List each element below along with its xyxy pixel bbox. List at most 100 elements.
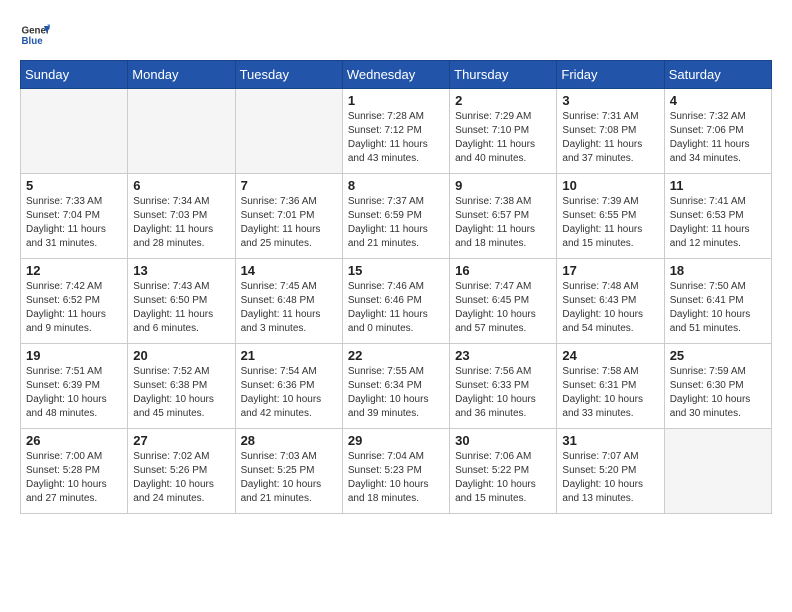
calendar-cell: 11 Sunrise: 7:41 AM Sunset: 6:53 PM Dayli… [664, 174, 771, 259]
week-row-5: 26 Sunrise: 7:00 AM Sunset: 5:28 PM Dayli… [21, 429, 772, 514]
calendar-cell: 15 Sunrise: 7:46 AM Sunset: 6:46 PM Dayli… [342, 259, 449, 344]
day-number: 10 [562, 178, 658, 193]
day-header-thursday: Thursday [450, 61, 557, 89]
calendar-cell: 29 Sunrise: 7:04 AM Sunset: 5:23 PM Dayli… [342, 429, 449, 514]
day-info: Sunrise: 7:55 AM Sunset: 6:34 PM Dayligh… [348, 365, 444, 421]
day-number: 28 [241, 433, 337, 448]
calendar-cell: 9 Sunrise: 7:38 AM Sunset: 6:57 PM Daylig… [450, 174, 557, 259]
calendar-cell: 30 Sunrise: 7:06 AM Sunset: 5:22 PM Dayli… [450, 429, 557, 514]
day-number: 30 [455, 433, 551, 448]
day-number: 23 [455, 348, 551, 363]
day-info: Sunrise: 7:46 AM Sunset: 6:46 PM Dayligh… [348, 280, 444, 336]
day-info: Sunrise: 7:00 AM Sunset: 5:28 PM Dayligh… [26, 450, 122, 506]
day-number: 3 [562, 93, 658, 108]
calendar-table: SundayMondayTuesdayWednesdayThursdayFrid… [20, 60, 772, 514]
calendar-cell: 6Sunrise: 7:34 AM Sunset: 7:03 PM Daylig… [128, 174, 235, 259]
week-row-1: 1 Sunrise: 7:28 AM Sunset: 7:12 PM Daylig… [21, 89, 772, 174]
day-info: Sunrise: 7:41 AM Sunset: 6:53 PM Dayligh… [670, 195, 766, 251]
calendar-cell: 23 Sunrise: 7:56 AM Sunset: 6:33 PM Dayli… [450, 344, 557, 429]
svg-text:Blue: Blue [22, 36, 44, 47]
day-info: Sunrise: 7:38 AM Sunset: 6:57 PM Dayligh… [455, 195, 551, 251]
day-info: Sunrise: 7:47 AM Sunset: 6:45 PM Dayligh… [455, 280, 551, 336]
day-info: Sunrise: 7:39 AM Sunset: 6:55 PM Dayligh… [562, 195, 658, 251]
week-row-3: 12Sunrise: 7:42 AM Sunset: 6:52 PM Dayli… [21, 259, 772, 344]
day-number: 1 [348, 93, 444, 108]
calendar-cell: 16 Sunrise: 7:47 AM Sunset: 6:45 PM Dayli… [450, 259, 557, 344]
calendar-cell: 18 Sunrise: 7:50 AM Sunset: 6:41 PM Dayli… [664, 259, 771, 344]
calendar-cell: 13Sunrise: 7:43 AM Sunset: 6:50 PM Dayli… [128, 259, 235, 344]
day-number: 9 [455, 178, 551, 193]
calendar-cell: 22 Sunrise: 7:55 AM Sunset: 6:34 PM Dayli… [342, 344, 449, 429]
day-header-tuesday: Tuesday [235, 61, 342, 89]
day-info: Sunrise: 7:29 AM Sunset: 7:10 PM Dayligh… [455, 110, 551, 166]
day-info: Sunrise: 7:06 AM Sunset: 5:22 PM Dayligh… [455, 450, 551, 506]
day-number: 12 [26, 263, 122, 278]
logo-icon: General Blue [20, 20, 50, 50]
day-info: Sunrise: 7:33 AM Sunset: 7:04 PM Dayligh… [26, 195, 122, 251]
calendar-cell [235, 89, 342, 174]
day-number: 14 [241, 263, 337, 278]
days-header-row: SundayMondayTuesdayWednesdayThursdayFrid… [21, 61, 772, 89]
day-info: Sunrise: 7:56 AM Sunset: 6:33 PM Dayligh… [455, 365, 551, 421]
day-number: 19 [26, 348, 122, 363]
day-number: 20 [133, 348, 229, 363]
day-number: 27 [133, 433, 229, 448]
day-number: 13 [133, 263, 229, 278]
day-header-friday: Friday [557, 61, 664, 89]
day-number: 8 [348, 178, 444, 193]
calendar-cell: 3 Sunrise: 7:31 AM Sunset: 7:08 PM Daylig… [557, 89, 664, 174]
day-number: 15 [348, 263, 444, 278]
day-header-sunday: Sunday [21, 61, 128, 89]
day-info: Sunrise: 7:51 AM Sunset: 6:39 PM Dayligh… [26, 365, 122, 421]
logo: General Blue [20, 20, 54, 50]
day-info: Sunrise: 7:04 AM Sunset: 5:23 PM Dayligh… [348, 450, 444, 506]
day-number: 16 [455, 263, 551, 278]
day-number: 22 [348, 348, 444, 363]
calendar-cell: 12Sunrise: 7:42 AM Sunset: 6:52 PM Dayli… [21, 259, 128, 344]
day-number: 7 [241, 178, 337, 193]
day-info: Sunrise: 7:52 AM Sunset: 6:38 PM Dayligh… [133, 365, 229, 421]
day-info: Sunrise: 7:32 AM Sunset: 7:06 PM Dayligh… [670, 110, 766, 166]
day-info: Sunrise: 7:03 AM Sunset: 5:25 PM Dayligh… [241, 450, 337, 506]
day-info: Sunrise: 7:48 AM Sunset: 6:43 PM Dayligh… [562, 280, 658, 336]
calendar-cell [664, 429, 771, 514]
day-info: Sunrise: 7:58 AM Sunset: 6:31 PM Dayligh… [562, 365, 658, 421]
day-info: Sunrise: 7:45 AM Sunset: 6:48 PM Dayligh… [241, 280, 337, 336]
calendar-cell [21, 89, 128, 174]
calendar-cell: 7 Sunrise: 7:36 AM Sunset: 7:01 PM Daylig… [235, 174, 342, 259]
day-info: Sunrise: 7:07 AM Sunset: 5:20 PM Dayligh… [562, 450, 658, 506]
day-number: 5 [26, 178, 122, 193]
calendar-cell: 21 Sunrise: 7:54 AM Sunset: 6:36 PM Dayli… [235, 344, 342, 429]
calendar-cell: 27Sunrise: 7:02 AM Sunset: 5:26 PM Dayli… [128, 429, 235, 514]
day-info: Sunrise: 7:37 AM Sunset: 6:59 PM Dayligh… [348, 195, 444, 251]
calendar-cell: 10 Sunrise: 7:39 AM Sunset: 6:55 PM Dayli… [557, 174, 664, 259]
calendar-cell: 5 Sunrise: 7:33 AM Sunset: 7:04 PM Daylig… [21, 174, 128, 259]
calendar-cell: 24 Sunrise: 7:58 AM Sunset: 6:31 PM Dayli… [557, 344, 664, 429]
day-info: Sunrise: 7:59 AM Sunset: 6:30 PM Dayligh… [670, 365, 766, 421]
calendar-cell: 31Sunrise: 7:07 AM Sunset: 5:20 PM Dayli… [557, 429, 664, 514]
day-number: 4 [670, 93, 766, 108]
calendar-cell: 4 Sunrise: 7:32 AM Sunset: 7:06 PM Daylig… [664, 89, 771, 174]
day-number: 24 [562, 348, 658, 363]
day-info: Sunrise: 7:31 AM Sunset: 7:08 PM Dayligh… [562, 110, 658, 166]
calendar-cell: 1 Sunrise: 7:28 AM Sunset: 7:12 PM Daylig… [342, 89, 449, 174]
day-info: Sunrise: 7:54 AM Sunset: 6:36 PM Dayligh… [241, 365, 337, 421]
day-number: 21 [241, 348, 337, 363]
day-number: 26 [26, 433, 122, 448]
day-number: 11 [670, 178, 766, 193]
day-info: Sunrise: 7:28 AM Sunset: 7:12 PM Dayligh… [348, 110, 444, 166]
day-number: 25 [670, 348, 766, 363]
day-header-monday: Monday [128, 61, 235, 89]
week-row-4: 19 Sunrise: 7:51 AM Sunset: 6:39 PM Dayli… [21, 344, 772, 429]
day-number: 18 [670, 263, 766, 278]
day-info: Sunrise: 7:50 AM Sunset: 6:41 PM Dayligh… [670, 280, 766, 336]
day-number: 17 [562, 263, 658, 278]
day-number: 29 [348, 433, 444, 448]
day-header-saturday: Saturday [664, 61, 771, 89]
calendar-cell: 14 Sunrise: 7:45 AM Sunset: 6:48 PM Dayli… [235, 259, 342, 344]
calendar-cell: 17 Sunrise: 7:48 AM Sunset: 6:43 PM Dayli… [557, 259, 664, 344]
calendar-cell: 2Sunrise: 7:29 AM Sunset: 7:10 PM Daylig… [450, 89, 557, 174]
day-header-wednesday: Wednesday [342, 61, 449, 89]
day-info: Sunrise: 7:36 AM Sunset: 7:01 PM Dayligh… [241, 195, 337, 251]
day-info: Sunrise: 7:34 AM Sunset: 7:03 PM Dayligh… [133, 195, 229, 251]
